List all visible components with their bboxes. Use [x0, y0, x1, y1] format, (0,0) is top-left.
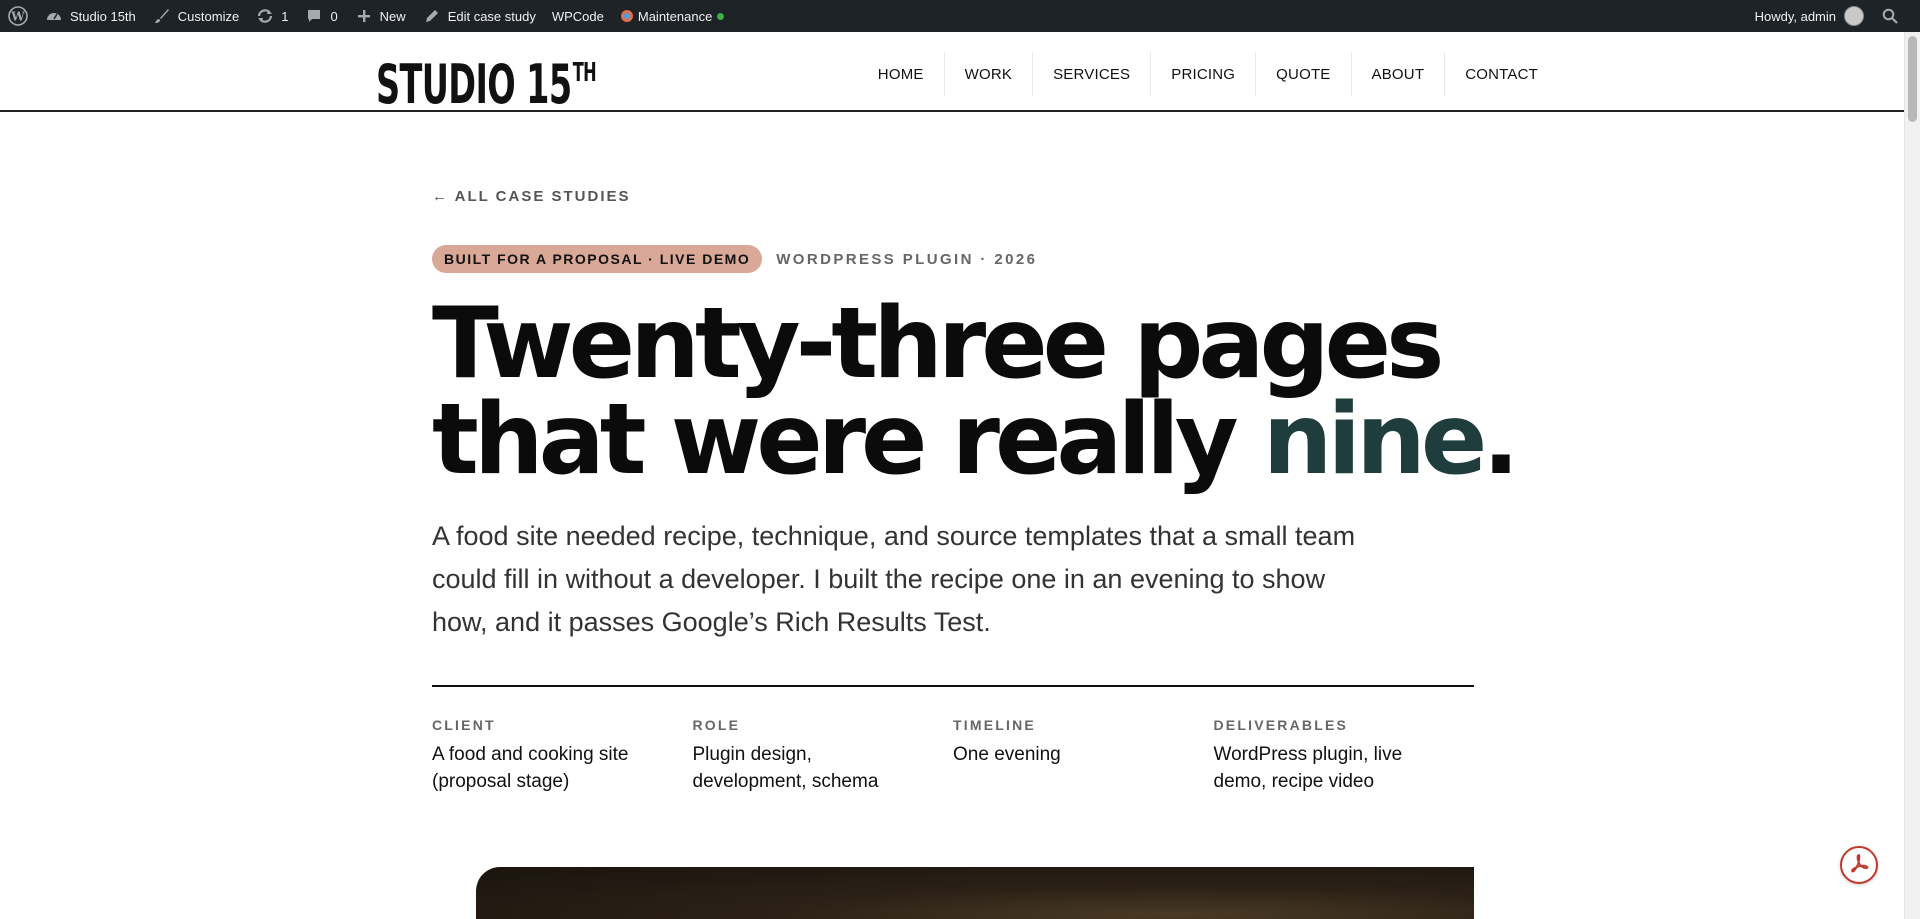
- new-content-link[interactable]: New: [346, 0, 414, 32]
- logo-text: STUDIO 15: [376, 53, 572, 116]
- logo-superscript: TH: [572, 58, 597, 88]
- fact-timeline: TIMELINE One evening: [953, 717, 1214, 795]
- customize-link[interactable]: Customize: [144, 0, 247, 32]
- fact-label: CLIENT: [432, 717, 496, 733]
- nav-item-home[interactable]: HOME: [858, 52, 945, 96]
- nav-item-quote[interactable]: QUOTE: [1256, 52, 1352, 96]
- fact-value: Plugin design, development, schema: [692, 744, 879, 792]
- edit-case-study-link[interactable]: Edit case study: [414, 0, 544, 32]
- comment-icon: [304, 6, 324, 26]
- all-case-studies-link[interactable]: ← ALL CASE STUDIES: [432, 188, 631, 205]
- wpcode-label: WPCode: [551, 8, 604, 24]
- avatar: [1844, 6, 1864, 26]
- category-kicker: WORDPRESS PLUGIN · 2026: [776, 250, 1038, 268]
- hero-video-preview[interactable]: [476, 867, 1474, 919]
- page-title: Twenty-three pages that were really nine…: [432, 295, 1520, 489]
- nav-item-about[interactable]: ABOUT: [1352, 52, 1446, 96]
- updates-icon: [255, 6, 275, 26]
- pdf-download-button[interactable]: [1840, 846, 1878, 884]
- nav-item-services[interactable]: SERVICES: [1033, 52, 1152, 96]
- customize-label: Customize: [177, 8, 240, 24]
- fact-label: DELIVERABLES: [1213, 717, 1349, 733]
- fact-label: TIMELINE: [953, 717, 1036, 733]
- comments-count: 0: [330, 8, 338, 24]
- fact-deliverables: DELIVERABLES WordPress plugin, live demo…: [1214, 717, 1475, 795]
- new-label: New: [379, 8, 406, 24]
- plus-icon: [354, 6, 374, 26]
- scrollbar-thumb[interactable]: [1908, 36, 1917, 122]
- nav-item-work[interactable]: WORK: [945, 52, 1034, 96]
- site-name-label: Studio 15th: [70, 8, 136, 24]
- maintenance-plugin-icon: [620, 6, 634, 26]
- pencil-icon: [422, 6, 442, 26]
- proposal-badge: BUILT FOR A PROPOSAL · LIVE DEMO: [432, 245, 763, 273]
- admin-search-button[interactable]: [1872, 0, 1920, 32]
- main-nav: HOME WORK SERVICES PRICING QUOTE ABOUT C…: [858, 52, 1558, 96]
- status-dot-icon: [717, 12, 725, 20]
- fact-label: ROLE: [692, 717, 741, 733]
- nav-item-contact[interactable]: CONTACT: [1445, 52, 1558, 96]
- updates-count: 1: [281, 8, 289, 24]
- pdf-icon: [1848, 852, 1870, 879]
- fact-value: One evening: [953, 744, 1061, 765]
- title-line-2: that were really: [432, 383, 1263, 497]
- maintenance-link[interactable]: Maintenance: [612, 0, 732, 32]
- intro-paragraph: A food site needed recipe, technique, an…: [432, 521, 1356, 637]
- site-logo[interactable]: STUDIO 15TH: [376, 42, 597, 116]
- updates-link[interactable]: 1: [247, 0, 296, 32]
- page-scrollbar[interactable]: [1904, 32, 1920, 919]
- title-period: .: [1482, 383, 1519, 497]
- fact-value: WordPress plugin, live demo, recipe vide…: [1213, 744, 1403, 792]
- edit-label: Edit case study: [447, 8, 536, 24]
- fact-role: ROLE Plugin design, development, schema: [693, 717, 954, 795]
- wordpress-logo-icon[interactable]: W: [0, 0, 36, 32]
- divider: [432, 685, 1474, 687]
- account-menu[interactable]: Howdy, admin: [1747, 0, 1872, 32]
- project-facts: CLIENT A food and cooking site (proposal…: [432, 717, 1474, 795]
- search-icon: [1880, 6, 1900, 26]
- comments-link[interactable]: 0: [296, 0, 345, 32]
- site-name-link[interactable]: Studio 15th: [36, 0, 144, 32]
- title-highlight-word: nine: [1262, 383, 1488, 497]
- fact-client: CLIENT A food and cooking site (proposal…: [432, 717, 693, 795]
- svg-text:W: W: [10, 10, 25, 24]
- maintenance-label: Maintenance: [637, 8, 713, 24]
- brush-icon: [152, 6, 172, 26]
- meta-row: BUILT FOR A PROPOSAL · LIVE DEMO WORDPRE…: [432, 245, 1037, 273]
- fact-value: A food and cooking site (proposal stage): [432, 744, 629, 792]
- greeting-label: Howdy, admin: [1754, 8, 1836, 24]
- admin-bar: W Studio 15th Customize 1 0 New Edit cas…: [0, 0, 1920, 32]
- dashboard-icon: [44, 6, 64, 26]
- wpcode-link[interactable]: WPCode: [544, 0, 612, 32]
- site-header: STUDIO 15TH HOME WORK SERVICES PRICING Q…: [0, 32, 1904, 116]
- nav-item-pricing[interactable]: PRICING: [1151, 52, 1257, 96]
